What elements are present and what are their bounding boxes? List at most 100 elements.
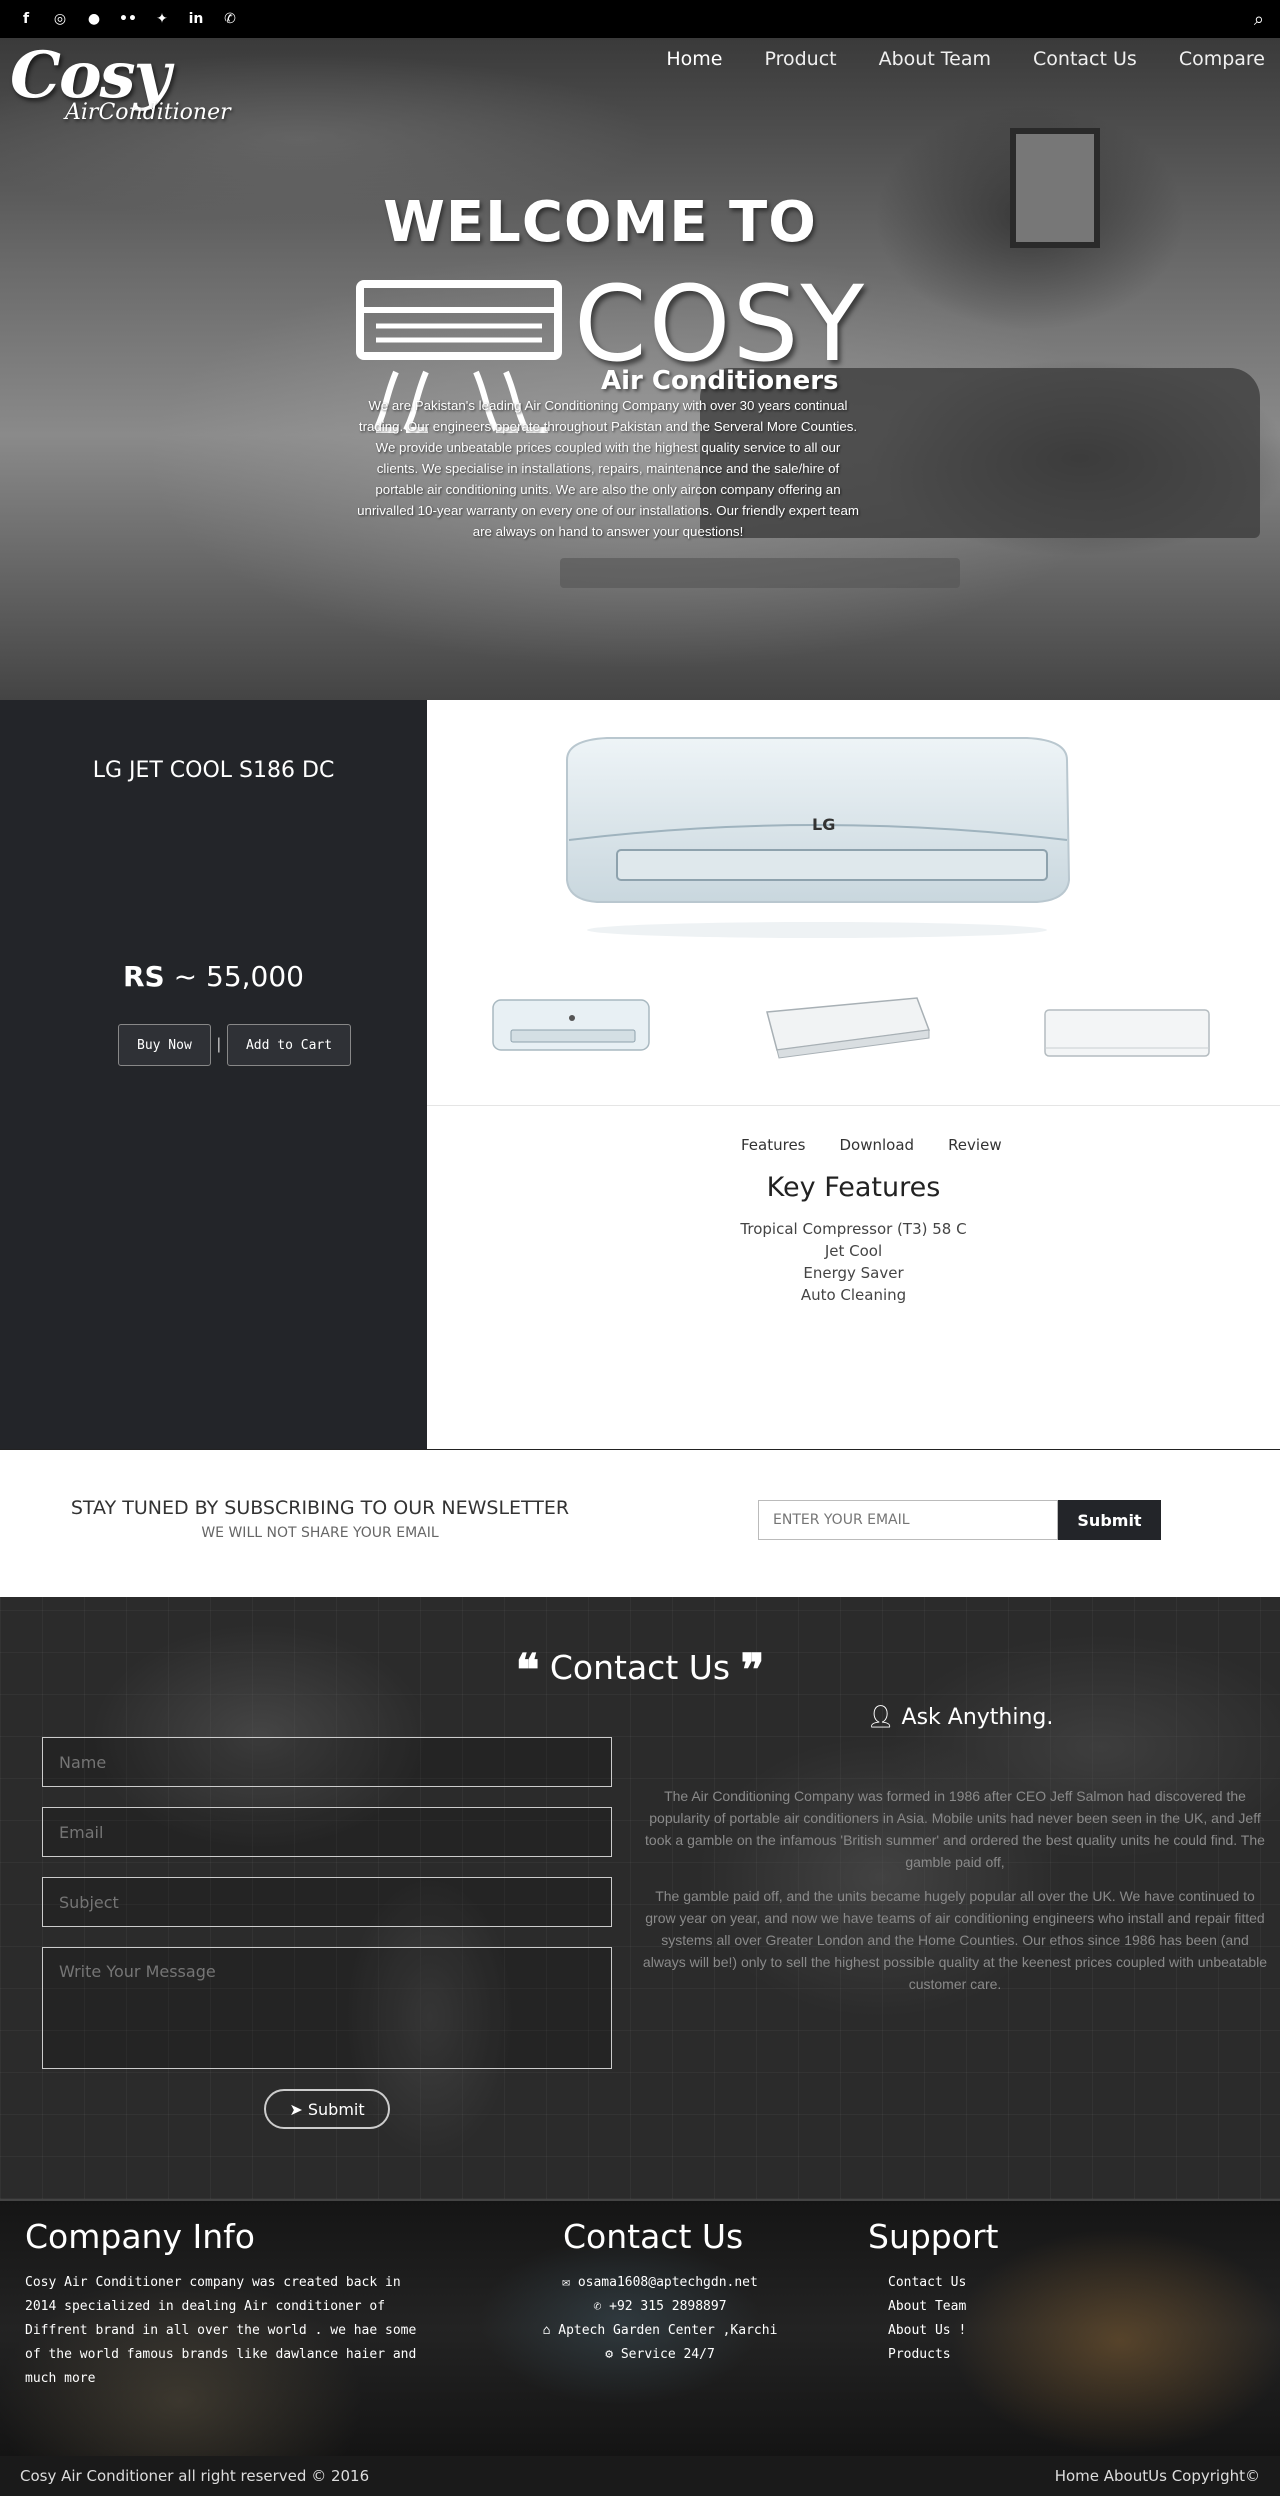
social-links: f ◎ ● •• ✦ in ✆ (16, 9, 240, 29)
buy-now-button[interactable]: Buy Now (118, 1024, 211, 1066)
support-link-products[interactable]: Products (888, 2347, 951, 2362)
footer-service-text: Service 24/7 (620, 2347, 715, 2362)
hero-section: Cosy AirConditioner Home Product About T… (0, 38, 1280, 700)
top-bar: f ◎ ● •• ✦ in ✆ ⌕ (0, 0, 1280, 38)
key-features-title: Key Features (766, 1172, 941, 1203)
footer-email[interactable]: ✉ osama1608@aptechgdn.net (540, 2271, 780, 2295)
footer-address-text: Aptech Garden Center ,Karchi (558, 2323, 778, 2338)
linkedin-icon[interactable]: in (186, 9, 206, 29)
product-brand-mark: LG (812, 815, 835, 834)
email-field[interactable] (42, 1807, 612, 1857)
tab-features[interactable]: Features (741, 1136, 806, 1154)
nav-compare[interactable]: Compare (1179, 48, 1265, 70)
key-features-list: Tropical Compressor (T3) 58 C Jet Cool E… (427, 1218, 1280, 1306)
quote-open-icon: ❝ (515, 1645, 540, 1696)
footer-contact-title: Contact Us (563, 2217, 744, 2256)
copyright-bar: Cosy Air Conditioner all right reserved … (0, 2456, 1280, 2496)
copyright-links: Home AboutUs Copyright© (1055, 2467, 1260, 2485)
ask-anything-text: Ask Anything. (901, 1705, 1054, 1730)
copyright-text: Cosy Air Conditioner all right reserved … (20, 2467, 370, 2485)
support-links: Contact Us About Team About Us ! Product… (888, 2271, 966, 2367)
product-thumbnail-3[interactable] (1037, 990, 1217, 1070)
company-info-title: Company Info (25, 2217, 255, 2256)
hero-description: We are Pakistan's leading Air Conditioni… (357, 398, 859, 539)
contact-title: ❝ Contact Us ❞ (0, 1645, 1280, 1696)
footer-phone-text: +92 315 2898897 (609, 2299, 727, 2314)
twitter-icon[interactable]: ✦ (152, 9, 172, 29)
welcome-heading: WELCOME TO (383, 190, 817, 255)
phone-icon: ✆ (593, 2299, 610, 2314)
gear-icon: ⚙ (605, 2347, 621, 2362)
main-nav: Home Product About Team Contact Us Compa… (666, 48, 1265, 70)
contact-submit-label: Submit (307, 2099, 365, 2119)
button-separator: | (216, 1036, 221, 1053)
background-table (560, 558, 960, 588)
contact-submit-button[interactable]: ➤ Submit (264, 2089, 390, 2129)
about-paragraph-1: The Air Conditioning Company was formed … (645, 1788, 1265, 1870)
product-title: LG JET COOL S186 DC (92, 758, 335, 783)
flickr-icon[interactable]: •• (118, 9, 138, 29)
footer-address: ⌂ Aptech Garden Center ,Karchi (540, 2319, 780, 2343)
user-icon: 👤︎ (866, 1705, 902, 1730)
list-item: Energy Saver (803, 1264, 904, 1282)
snapchat-icon[interactable]: ● (84, 9, 104, 29)
product-actions: Buy Now | Add to Cart (118, 1024, 352, 1066)
price-value: ~ 55,000 (173, 960, 304, 993)
nav-about-team[interactable]: About Team (879, 48, 991, 70)
add-to-cart-button[interactable]: Add to Cart (226, 1024, 352, 1066)
support-link-about-team[interactable]: About Team (888, 2299, 966, 2314)
detail-divider (427, 1105, 1280, 1106)
footer-email-text: osama1608@aptechgdn.net (577, 2275, 758, 2290)
list-item: Tropical Compressor (T3) 58 C (740, 1220, 967, 1238)
about-paragraph-2: The gamble paid off, and the units becam… (642, 1888, 1268, 1992)
list-item: Auto Cleaning (800, 1286, 907, 1304)
ask-anything-title: 👤︎ Ask Anything. (640, 1705, 1280, 1730)
footer-phone[interactable]: ✆ +92 315 2898897 (540, 2295, 780, 2319)
list-item: About Us ! (888, 2319, 966, 2343)
product-thumbnail-1[interactable] (487, 990, 657, 1070)
quote-close-icon: ❞ (740, 1645, 765, 1696)
message-field[interactable] (42, 1947, 612, 2069)
name-field[interactable] (42, 1737, 612, 1787)
copyright-link-copyright[interactable]: Copyright© (1172, 2467, 1260, 2485)
nav-home[interactable]: Home (666, 48, 722, 70)
site-logo[interactable]: Cosy AirConditioner (10, 38, 240, 138)
home-icon: ⌂ (542, 2323, 559, 2338)
copyright-link-home[interactable]: Home (1055, 2467, 1099, 2485)
search-icon[interactable]: ⌕ (1254, 9, 1264, 30)
company-info-text: Cosy Air Conditioner company was created… (25, 2275, 417, 2386)
product-summary-panel: LG JET COOL S186 DC RS ~ 55,000 Buy Now … (0, 700, 427, 1450)
footer-service: ⚙ Service 24/7 (540, 2343, 780, 2367)
newsletter-section: STAY TUNED BY SUBSCRIBING TO OUR NEWSLET… (0, 1450, 1280, 1597)
newsletter-title: STAY TUNED BY SUBSCRIBING TO OUR NEWSLET… (70, 1497, 570, 1519)
nav-contact-us[interactable]: Contact Us (1033, 48, 1137, 70)
product-tabs: Features Download Review (741, 1136, 1002, 1154)
list-item: Contact Us (888, 2271, 966, 2295)
product-price: RS ~ 55,000 (0, 960, 427, 993)
support-title: Support (868, 2217, 999, 2256)
phone-icon[interactable]: ✆ (220, 9, 240, 29)
price-currency: RS (123, 960, 165, 993)
newsletter-submit-button[interactable]: Submit (1058, 1500, 1161, 1540)
list-item: About Team (888, 2295, 966, 2319)
newsletter-email-input[interactable] (758, 1500, 1058, 1540)
contact-section: ❝ Contact Us ❞ ➤ Submit 👤︎ Ask Anything.… (0, 1597, 1280, 2199)
support-link-contact-us[interactable]: Contact Us (888, 2275, 966, 2290)
tab-download[interactable]: Download (840, 1136, 915, 1154)
product-main-image: LG (566, 737, 1071, 938)
facebook-icon[interactable]: f (16, 9, 36, 29)
product-thumbnail-2[interactable] (757, 990, 937, 1070)
instagram-icon[interactable]: ◎ (50, 9, 70, 29)
brand-subtitle: Air Conditioners (601, 366, 839, 396)
tab-review[interactable]: Review (948, 1136, 1002, 1154)
footer-contact-list: ✉ osama1608@aptechgdn.net ✆ +92 315 2898… (540, 2271, 780, 2367)
product-detail-panel: LG Features Download Review Key Features… (427, 700, 1280, 1450)
copyright-link-aboutus[interactable]: AboutUs (1104, 2467, 1167, 2485)
list-item: Jet Cool (824, 1242, 883, 1260)
subject-field[interactable] (42, 1877, 612, 1927)
footer: Company Info Cosy Air Conditioner compan… (0, 2199, 1280, 2456)
list-item: Products (888, 2343, 966, 2367)
nav-product[interactable]: Product (764, 48, 836, 70)
newsletter-subtitle: WE WILL NOT SHARE YOUR EMAIL (201, 1525, 439, 1541)
support-link-about-us[interactable]: About Us ! (888, 2323, 966, 2338)
